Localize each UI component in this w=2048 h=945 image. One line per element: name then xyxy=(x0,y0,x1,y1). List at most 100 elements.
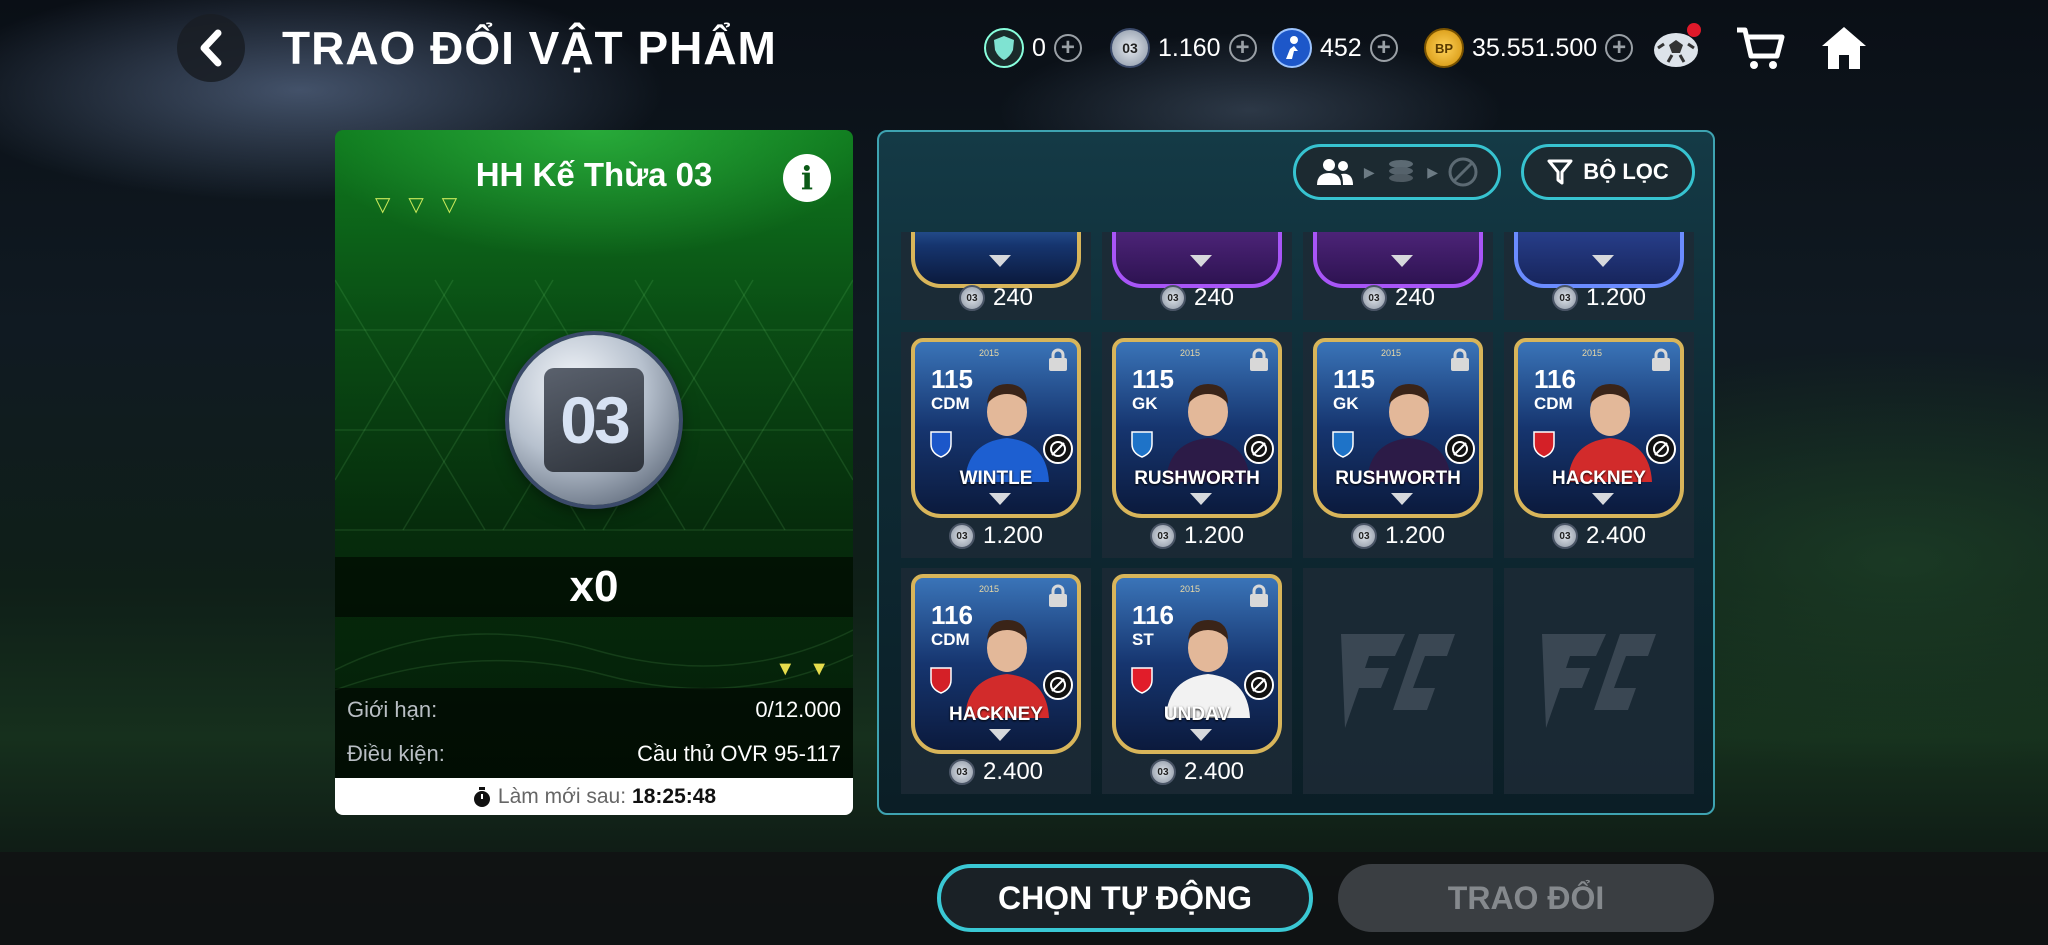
season-label: 2015 xyxy=(1582,348,1603,358)
player-card-slot[interactable]: DOUE03 240 xyxy=(1303,232,1493,320)
indicator-triangles-small: ▼▼ xyxy=(775,658,843,680)
token-03-icon: 03 xyxy=(1350,523,1377,549)
card-tier-icon xyxy=(989,255,1011,267)
player-card-grid: PAREDES03240DOUE03240DOUE03240GRAVENBERC… xyxy=(901,232,1695,802)
filter-chain[interactable]: ▶ ▶ xyxy=(1293,144,1501,200)
back-button[interactable] xyxy=(177,14,245,82)
player-position: ST xyxy=(1132,630,1154,649)
price-value: 240 xyxy=(992,284,1034,311)
token-currency: 03 1.160 + xyxy=(1110,26,1257,70)
price-value: 240 xyxy=(1394,284,1436,311)
season-label: 2015 xyxy=(1381,348,1402,358)
info-button[interactable]: i xyxy=(783,154,831,202)
page-title: TRAO ĐỔI VẬT PHẨM xyxy=(282,22,777,74)
exchange-price: 03 240 xyxy=(901,284,1091,312)
untradeable-icon xyxy=(1646,434,1676,464)
filter-label: BỘ LỌC xyxy=(1583,159,1669,184)
season-label: 2015 xyxy=(1180,348,1201,358)
card-tier-icon xyxy=(1190,255,1212,267)
player-portrait xyxy=(1166,620,1250,718)
lock-icon xyxy=(1049,348,1067,371)
player-card-slot[interactable]: 2015 115 GK RUSHWORTH 03 1.200 xyxy=(1102,332,1292,558)
shield-gem-icon xyxy=(984,28,1024,68)
soccer-ball-icon xyxy=(1654,23,1701,67)
player-card: GRAVENBERCH xyxy=(1514,232,1684,288)
chain-arrow-icon: ▶ xyxy=(1427,163,1439,180)
card-tier-icon xyxy=(1391,255,1413,267)
add-gem-button[interactable]: + xyxy=(1053,34,1082,62)
card-tier-icon xyxy=(1592,493,1614,505)
limit-label: Giới hạn: xyxy=(347,697,438,722)
auto-select-button[interactable]: CHỌN TỰ ĐỘNG xyxy=(937,864,1313,932)
player-name: RUSHWORTH xyxy=(1335,468,1461,489)
player-card-slot[interactable]: PAREDES03 240 xyxy=(901,232,1091,320)
exchange-price: 03 2.400 xyxy=(1102,758,1292,786)
exchange-price: 03 1.200 xyxy=(1504,284,1694,312)
player-name: WINTLE xyxy=(959,468,1033,489)
token-03-icon: 03 xyxy=(1159,285,1186,311)
player-card-slot[interactable]: 2015 115 GK RUSHWORTH 03 1.200 xyxy=(1303,332,1493,558)
player-card: 2015 116 CDM HACKNEY xyxy=(1514,338,1684,518)
player-name: HACKNEY xyxy=(1552,468,1646,489)
player-position: GK xyxy=(1132,394,1158,413)
player-card-slot[interactable]: DOUE03 240 xyxy=(1102,232,1292,320)
trade-button[interactable]: TRAO ĐỔI xyxy=(1338,864,1714,932)
exchange-token-image: 03 xyxy=(509,335,679,505)
add-player-button[interactable]: + xyxy=(1369,34,1398,62)
player-card-slot[interactable]: 2015 116 ST UNDAV 03 2.400 xyxy=(1102,568,1292,794)
shop-button[interactable] xyxy=(1734,22,1786,74)
token-number: 03 xyxy=(544,368,644,472)
token-amount: 1.160 xyxy=(1158,33,1221,62)
price-value: 1.200 xyxy=(1585,284,1647,311)
bp-coin-icon: BP xyxy=(1424,28,1464,68)
card-tier-icon xyxy=(1190,729,1212,741)
add-token-button[interactable]: + xyxy=(1228,34,1257,62)
untradeable-icon xyxy=(1448,157,1478,187)
player-card: PAREDES xyxy=(911,232,1081,288)
price-value: 2.400 xyxy=(1585,522,1647,549)
lock-icon xyxy=(1250,584,1268,607)
filter-button[interactable]: BỘ LỌC xyxy=(1521,144,1695,200)
token-03-icon: 03 xyxy=(948,523,975,549)
player-card: DOUE xyxy=(1313,232,1483,288)
player-token-icon xyxy=(1272,28,1312,68)
home-button[interactable] xyxy=(1818,22,1870,74)
ball-notification-button[interactable] xyxy=(1650,22,1702,74)
card-tier-icon xyxy=(1190,493,1212,505)
add-bp-button[interactable]: + xyxy=(1605,34,1634,62)
player-card-slot[interactable]: 2015 116 CDM HACKNEY 03 2.400 xyxy=(901,568,1091,794)
exchange-price: 03 240 xyxy=(1303,284,1493,312)
token-03-icon: 03 xyxy=(1149,759,1176,785)
card-tier-icon xyxy=(1391,493,1413,505)
gem-currency: 0 + xyxy=(984,26,1082,70)
lock-icon xyxy=(1049,584,1067,607)
player-card: 2015 115 CDM WINTLE xyxy=(911,338,1081,518)
refresh-time: 18:25:48 xyxy=(632,784,717,808)
token-03-icon: 03 xyxy=(1149,523,1176,549)
season-label: 2015 xyxy=(979,348,1000,358)
shopping-cart-icon xyxy=(1737,27,1785,69)
exchange-price: 03 1.200 xyxy=(1102,522,1292,550)
untradeable-icon xyxy=(1043,670,1073,700)
pack-conditions: Giới hạn: 0/12.000 Điều kiện: Cầu thủ OV… xyxy=(335,688,853,778)
price-value: 1.200 xyxy=(1384,522,1446,549)
card-tier-icon xyxy=(1592,255,1614,267)
player-card-slot[interactable]: 2015 116 CDM HACKNEY 03 2.400 xyxy=(1504,332,1694,558)
fc-logo-icon xyxy=(1542,634,1656,728)
price-value: 1.200 xyxy=(1183,522,1245,549)
untradeable-icon xyxy=(1244,670,1274,700)
refresh-label: Làm mới sau: xyxy=(497,784,627,808)
player-position: GK xyxy=(1333,394,1359,413)
info-icon: i xyxy=(800,159,814,197)
club-badge-icon xyxy=(930,431,952,458)
club-badge-icon xyxy=(930,667,952,694)
player-portrait xyxy=(965,620,1049,718)
pack-title: HH Kế Thừa 03 xyxy=(475,156,713,193)
card-tier-icon xyxy=(989,729,1011,741)
exchange-price: 03 240 xyxy=(1102,284,1292,312)
player-card: DOUE xyxy=(1112,232,1282,288)
player-card-slot[interactable]: 2015 115 CDM WINTLE 03 1.200 xyxy=(901,332,1091,558)
player-card-slot[interactable]: GRAVENBERCH03 1.200 xyxy=(1504,232,1694,320)
season-label: 2015 xyxy=(979,584,1000,594)
season-label: 2015 xyxy=(1180,584,1201,594)
